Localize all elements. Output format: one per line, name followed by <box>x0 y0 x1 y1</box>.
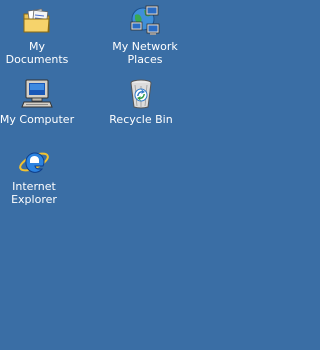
network-places-icon <box>129 5 161 37</box>
desktop-icon-label: Recycle Bin <box>109 113 173 126</box>
desktop-icon-label: My Documents <box>5 40 69 66</box>
folder-documents-icon <box>21 5 53 37</box>
internet-explorer-icon <box>18 145 50 177</box>
recycle-bin-icon <box>125 78 157 110</box>
desktop-icon-internet-explorer[interactable]: Internet Explorer <box>0 145 74 206</box>
desktop-icon-recycle-bin[interactable]: Recycle Bin <box>101 78 181 126</box>
desktop-icon-label: My Network Places <box>112 40 178 66</box>
desktop-icon-my-network-places[interactable]: My Network Places <box>105 5 185 66</box>
desktop-icon-my-computer[interactable]: My Computer <box>0 78 77 126</box>
computer-icon <box>21 78 53 110</box>
desktop[interactable]: My Documents My Network Places My Comput… <box>0 0 270 350</box>
desktop-icon-label: Internet Explorer <box>11 180 57 206</box>
desktop-icon-my-documents[interactable]: My Documents <box>0 5 77 66</box>
desktop-icon-label: My Computer <box>0 113 75 126</box>
